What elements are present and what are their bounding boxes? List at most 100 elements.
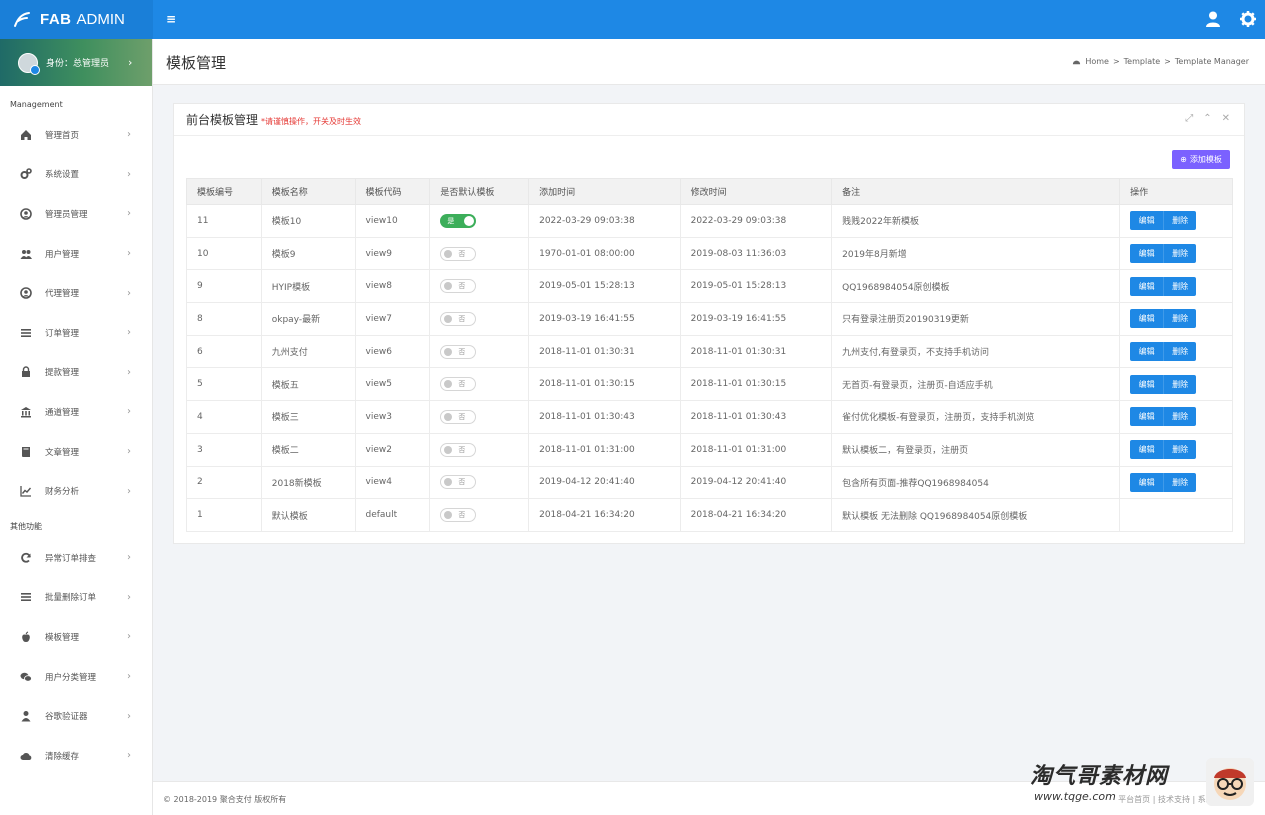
list-icon (20, 327, 32, 339)
edit-button[interactable]: 编辑 (1130, 472, 1164, 492)
modified-time: 2019-05-01 15:28:13 (679, 269, 833, 304)
brand[interactable]: FAB ADMIN (0, 0, 153, 39)
sidebar-item-label: 通道管理 (45, 407, 80, 418)
edit-button[interactable]: 编辑 (1130, 244, 1164, 264)
default-toggle[interactable]: 否 (440, 508, 477, 523)
menu-toggle-icon[interactable]: ≡ (166, 12, 176, 26)
sidebar-item[interactable]: 谷歌验证器 › (0, 696, 152, 736)
sidebar-item[interactable]: 清除缓存 › (0, 736, 152, 776)
default-cell: 否 (429, 269, 530, 304)
apple-icon (20, 631, 32, 643)
sidebar-item[interactable]: 批量删除订单 › (0, 578, 152, 618)
default-toggle[interactable]: 否 (440, 311, 477, 326)
watermark: 淘气哥素材网 www.tqge.com (1030, 758, 1168, 803)
sidebar-item[interactable]: 代理管理 › (0, 273, 152, 313)
sidebar-item[interactable]: 管理员管理 › (0, 194, 152, 234)
default-toggle[interactable]: 否 (440, 377, 477, 392)
sidebar-item-label: 谷歌验证器 (45, 712, 88, 723)
added-time: 2018-11-01 01:30:31 (528, 334, 681, 369)
column-header: 修改时间 (679, 178, 833, 205)
sidebar-item[interactable]: 用户分类管理 › (0, 657, 152, 697)
table-row: 9 HYIP模板 view8 否 2019-05-01 15:28:13 201… (186, 269, 1233, 304)
sidebar-item[interactable]: 提款管理 › (0, 353, 152, 393)
sidebar-item-label: 管理首页 (45, 130, 80, 141)
template-panel: 前台模板管理 *请谨慎操作，开关及时生效 ⤢ ⌃ ✕ ⊕ 添加模板 模板编号 模板… (173, 103, 1245, 544)
breadcrumb-template[interactable]: Template (1124, 57, 1161, 66)
edit-button[interactable]: 编辑 (1130, 276, 1164, 296)
delete-button[interactable]: 删除 (1163, 374, 1197, 394)
sidebar-item-label: 模板管理 (45, 632, 80, 643)
sidebar-item[interactable]: 模板管理 › (0, 617, 152, 657)
table-row: 4 模板三 view3 否 2018-11-01 01:30:43 2018-1… (186, 400, 1233, 434)
add-template-button[interactable]: ⊕ 添加模板 (1172, 150, 1230, 169)
refresh-icon (20, 552, 32, 564)
template-note: 默认模板 无法删除 QQ1968984054原创模板 (831, 498, 1121, 532)
chevron-right-icon: › (127, 248, 131, 260)
sidebar-item[interactable]: 通道管理 › (0, 392, 152, 432)
default-toggle[interactable]: 是 (440, 213, 477, 228)
edit-button[interactable]: 编辑 (1130, 342, 1164, 362)
ops-cell: 编辑 删除 (1119, 302, 1233, 336)
added-time: 2019-03-19 16:41:55 (528, 302, 681, 336)
delete-button[interactable]: 删除 (1163, 407, 1197, 427)
sidebar-item[interactable]: 文章管理 › (0, 432, 152, 472)
user-icon[interactable] (1204, 10, 1222, 28)
breadcrumb-home[interactable]: Home (1085, 57, 1109, 66)
edit-button[interactable]: 编辑 (1130, 211, 1164, 231)
edit-button[interactable]: 编辑 (1130, 407, 1164, 427)
sidebar-item-label: 管理员管理 (45, 209, 88, 220)
sidebar-item[interactable]: 财务分析 › (0, 471, 152, 511)
delete-button[interactable]: 删除 (1163, 342, 1197, 362)
column-header: 添加时间 (528, 178, 681, 205)
edit-button[interactable]: 编辑 (1130, 309, 1164, 329)
lock-icon (20, 366, 32, 378)
delete-button[interactable]: 删除 (1163, 309, 1197, 329)
breadcrumb-separator: > (1112, 57, 1120, 66)
panel-tools: ⤢ ⌃ ✕ (1185, 113, 1230, 124)
collapse-icon[interactable]: ⌃ (1203, 113, 1211, 124)
template-note: 无首页-有登录页，注册页-自适应手机 (831, 367, 1121, 402)
delete-button[interactable]: 删除 (1163, 440, 1197, 460)
table-row: 10 模板9 view9 否 1970-01-01 08:00:00 2019-… (186, 236, 1233, 271)
logo-icon (14, 11, 30, 27)
default-toggle[interactable]: 否 (440, 344, 477, 359)
copyright: © 2018-2019 聚合支付 版权所有 (163, 795, 287, 804)
breadcrumb: Home > Template > Template Manager (1072, 57, 1249, 66)
sidebar-item[interactable]: 异常订单排查 › (0, 538, 152, 578)
template-note: 贱贱2022年新模板 (831, 204, 1121, 238)
profile-label: 身份：总管理员 (46, 59, 110, 69)
sidebar-item[interactable]: 系统设置 › (0, 155, 152, 195)
sidebar-item[interactable]: 管理首页 › (0, 115, 152, 155)
sidebar-item[interactable]: 用户管理 › (0, 234, 152, 274)
watermark-face-icon (1206, 758, 1254, 806)
template-note: 包含所有页面-推荐QQ1968984054 (831, 465, 1121, 500)
default-toggle[interactable]: 否 (440, 442, 477, 457)
delete-button[interactable]: 删除 (1163, 472, 1197, 492)
column-header: 操作 (1119, 178, 1233, 205)
default-toggle[interactable]: 否 (440, 409, 477, 424)
watermark-url: www.tqge.com (1034, 790, 1116, 803)
edit-button[interactable]: 编辑 (1130, 440, 1164, 460)
table-row: 6 九州支付 view6 否 2018-11-01 01:30:31 2018-… (186, 334, 1233, 369)
close-icon[interactable]: ✕ (1222, 113, 1230, 124)
template-id: 10 (186, 236, 262, 271)
gear-icon[interactable] (1239, 10, 1257, 28)
sidebar-item-label: 用户分类管理 (45, 672, 97, 683)
template-id: 9 (186, 269, 262, 304)
default-toggle[interactable]: 否 (440, 246, 477, 261)
default-toggle[interactable]: 否 (440, 279, 477, 294)
delete-button[interactable]: 删除 (1163, 276, 1197, 296)
sidebar-item-label: 订单管理 (45, 328, 80, 339)
delete-button[interactable]: 删除 (1163, 211, 1197, 231)
template-note: 九州支付,有登录页，不支持手机访问 (831, 334, 1121, 369)
default-toggle[interactable]: 否 (440, 475, 477, 490)
edit-button[interactable]: 编辑 (1130, 374, 1164, 394)
column-header: 备注 (831, 178, 1121, 205)
template-id: 4 (186, 400, 262, 434)
profile-bar[interactable]: 身份：总管理员 › (0, 39, 152, 86)
sidebar-item-label: 文章管理 (45, 447, 80, 458)
chevron-right-icon: › (127, 208, 131, 220)
expand-icon[interactable]: ⤢ (1185, 113, 1193, 124)
sidebar-item[interactable]: 订单管理 › (0, 313, 152, 353)
delete-button[interactable]: 删除 (1163, 244, 1197, 264)
